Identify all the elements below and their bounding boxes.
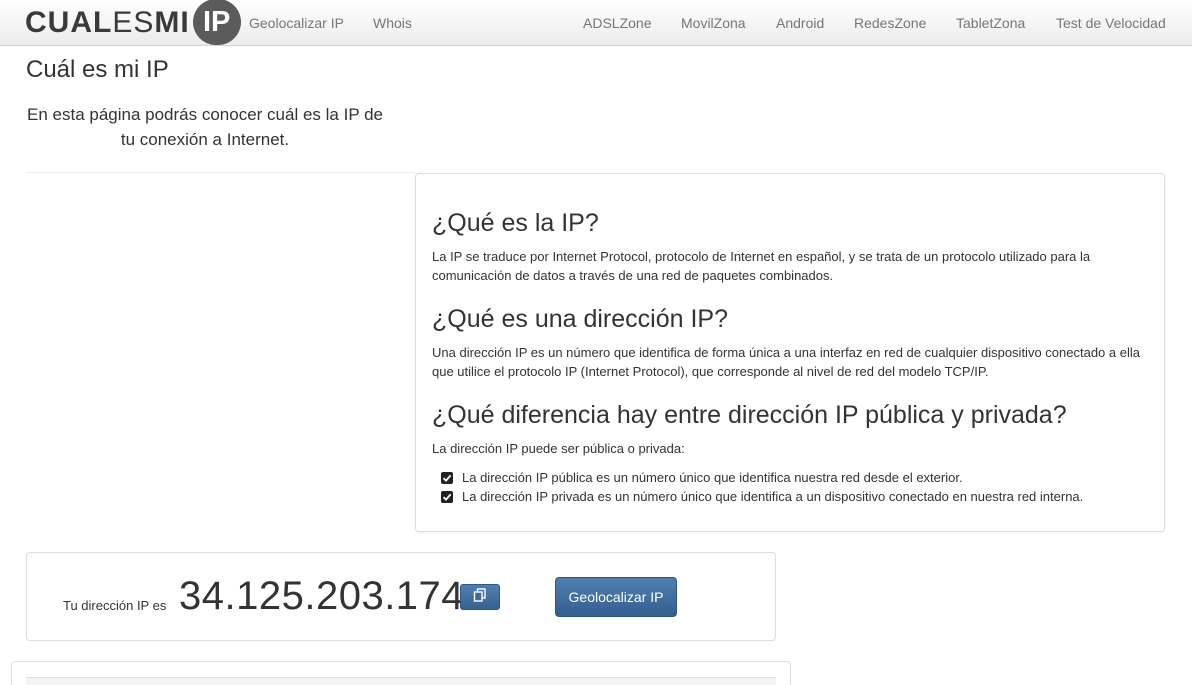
heading-que-es-la-ip: ¿Qué es la IP? bbox=[432, 209, 599, 237]
nav-link-android[interactable]: Android bbox=[776, 15, 824, 31]
ip-label: Tu dirección IP es bbox=[63, 598, 167, 613]
nav-link-movilzona[interactable]: MovilZona bbox=[681, 15, 746, 31]
list-item: La dirección IP privada es un número úni… bbox=[441, 487, 1083, 506]
ip-address-value: 34.125.203.174 bbox=[179, 574, 465, 618]
site-logo[interactable]: CUALESMI IP bbox=[25, 0, 241, 46]
nav-link-tabletzona[interactable]: TabletZona bbox=[956, 15, 1025, 31]
paragraph-que-es-direccion-ip: Una dirección IP es un número que identi… bbox=[432, 345, 1140, 379]
bottom-panel-header bbox=[26, 677, 776, 685]
page-title: Cuál es mi IP bbox=[26, 56, 169, 83]
checkbox-checked-icon bbox=[441, 471, 453, 484]
list-item-text: La dirección IP pública es un número úni… bbox=[462, 470, 963, 485]
heading-diferencia-publica-privada: ¿Qué diferencia hay entre dirección IP p… bbox=[432, 401, 1067, 429]
copy-ip-button[interactable] bbox=[460, 584, 500, 610]
ip-address-panel: Tu dirección IP es 34.125.203.174 Geoloc… bbox=[26, 552, 776, 641]
heading-que-es-direccion-ip: ¿Qué es una dirección IP? bbox=[432, 305, 728, 333]
paragraph-que-es-la-ip: La IP se traduce por Internet Protocol, … bbox=[432, 249, 1091, 283]
copy-icon bbox=[473, 587, 487, 607]
intro-text: En esta página podrás conocer cuál es la… bbox=[27, 105, 383, 149]
nav-link-test-de-velocidad[interactable]: Test de Velocidad bbox=[1056, 15, 1166, 31]
nav-link-whois[interactable]: Whois bbox=[373, 15, 412, 31]
list-item-text: La dirección IP privada es un número úni… bbox=[462, 489, 1084, 504]
checkbox-checked-icon bbox=[441, 490, 453, 503]
nav-link-geolocalizar-ip[interactable]: Geolocalizar IP bbox=[249, 15, 344, 31]
top-navbar: CUALESMI IP Geolocalizar IP Whois ADSLZo… bbox=[0, 0, 1192, 46]
ip-info-panel: ¿Qué es la IP? La IP se traduce por Inte… bbox=[415, 173, 1165, 532]
geolocate-ip-button[interactable]: Geolocalizar IP bbox=[555, 577, 677, 617]
list-item: La dirección IP pública es un número úni… bbox=[441, 468, 963, 487]
divider bbox=[26, 172, 416, 173]
paragraph-publica-o-privada: La dirección IP puede ser pública o priv… bbox=[432, 441, 685, 456]
logo-ip-badge: IP bbox=[192, 0, 241, 45]
logo-wordmark: CUALESMI bbox=[25, 6, 190, 39]
nav-link-adslzone[interactable]: ADSLZone bbox=[583, 15, 651, 31]
nav-link-redeszone[interactable]: RedesZone bbox=[854, 15, 926, 31]
bottom-panel bbox=[11, 661, 791, 685]
